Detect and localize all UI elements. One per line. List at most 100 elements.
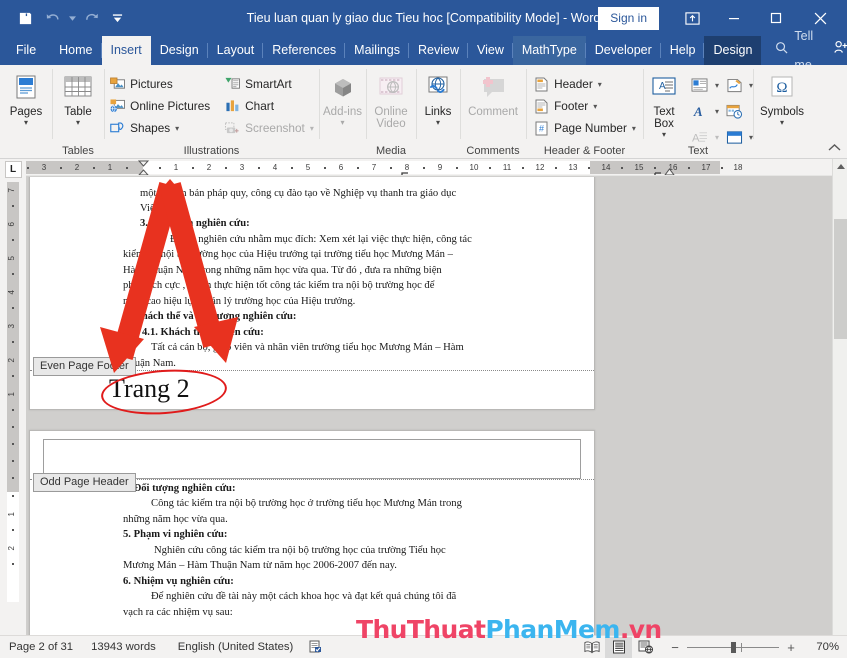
tab-home[interactable]: Home bbox=[50, 36, 102, 65]
site-watermark: ThuThuatPhanMem.vn bbox=[356, 615, 662, 644]
tab-file[interactable]: File bbox=[0, 36, 50, 65]
symbols-button[interactable]: Ω Symbols ▾ bbox=[756, 68, 808, 127]
ribbon-group-comments: Comment Comments bbox=[460, 65, 526, 159]
addins-button: Add-ins ▾ bbox=[323, 68, 363, 127]
group-label-text: Text bbox=[687, 145, 709, 157]
scroll-up-icon[interactable] bbox=[833, 159, 847, 174]
tab-stop-selector[interactable]: L bbox=[4, 161, 22, 178]
svg-text:A: A bbox=[659, 81, 666, 92]
page1-line-9: 4. Khách thể và đối tượng nghiên cứu: bbox=[123, 311, 297, 322]
chart-button[interactable]: Chart bbox=[220, 95, 318, 117]
page2-line-4: 5. Phạm vi nghiên cứu: bbox=[123, 529, 228, 540]
footer-caret-icon[interactable]: ▾ bbox=[593, 102, 597, 111]
title-bar: Tieu luan quan ly giao duc Tieu hoc [Com… bbox=[0, 0, 847, 36]
proofing-errors-icon[interactable] bbox=[293, 640, 323, 654]
page1-line-5: kiểm tra nội bộ trường học của Hiệu trưở… bbox=[123, 249, 453, 260]
tab-design-contextual[interactable]: Design bbox=[704, 36, 762, 65]
customize-qat-icon[interactable] bbox=[107, 5, 127, 31]
collapse-ribbon-icon[interactable] bbox=[828, 143, 841, 155]
links-caret-icon[interactable]: ▾ bbox=[436, 119, 440, 127]
document-canvas[interactable]: một số văn bản pháp quy, công cụ đào tạo… bbox=[26, 177, 847, 658]
shapes-label: Shapes bbox=[130, 121, 171, 135]
header-caret-icon[interactable]: ▾ bbox=[598, 80, 602, 89]
zoom-slider-thumb[interactable] bbox=[731, 641, 736, 653]
links-icon bbox=[425, 72, 451, 104]
tab-design[interactable]: Design bbox=[151, 36, 208, 65]
save-icon[interactable] bbox=[12, 5, 38, 31]
tab-stop-marker-center[interactable] bbox=[401, 167, 409, 175]
status-page-indicator[interactable]: Page 2 of 31 bbox=[0, 641, 73, 653]
zoom-percent[interactable]: 70% bbox=[809, 641, 839, 653]
vertical-ruler[interactable]: L 7 6 5 4 3 2 1 1 2 bbox=[0, 159, 26, 658]
footer-button[interactable]: Footer ▾ bbox=[529, 95, 640, 117]
links-button[interactable]: Links ▾ bbox=[419, 68, 457, 127]
close-icon[interactable] bbox=[797, 2, 843, 34]
minimize-icon[interactable] bbox=[713, 2, 755, 34]
redo-icon[interactable] bbox=[79, 5, 105, 31]
zoom-slider[interactable] bbox=[687, 641, 779, 654]
group-label-illustrations: Illustrations bbox=[183, 145, 240, 157]
undo-icon[interactable] bbox=[40, 5, 66, 31]
ribbon-group-pages: Pages ▾ bbox=[0, 65, 52, 159]
pages-button[interactable]: Pages ▾ bbox=[0, 68, 53, 127]
share-button[interactable]: Share bbox=[823, 36, 847, 65]
search-icon bbox=[775, 36, 788, 65]
tell-me-box[interactable]: Tell me bbox=[761, 29, 823, 72]
tab-references[interactable]: References bbox=[263, 36, 346, 65]
pictures-icon bbox=[109, 76, 125, 92]
wordart-icon[interactable]: A bbox=[685, 98, 715, 124]
zoom-in-button[interactable]: + bbox=[785, 640, 797, 655]
tab-insert[interactable]: Insert bbox=[101, 36, 151, 65]
first-line-indent-marker[interactable] bbox=[137, 160, 150, 175]
comment-icon bbox=[478, 72, 508, 104]
page-number-button[interactable]: # Page Number ▾ bbox=[529, 117, 640, 139]
ribbon-display-options-icon[interactable] bbox=[671, 2, 713, 34]
signature-line-icon[interactable] bbox=[719, 72, 749, 98]
tab-stop-marker-right[interactable] bbox=[654, 167, 662, 175]
tab-view[interactable]: View bbox=[468, 36, 513, 65]
omega-icon: Ω bbox=[768, 72, 796, 104]
odd-page-header-label: Odd Page Header bbox=[33, 473, 136, 492]
comment-label: Comment bbox=[468, 106, 518, 118]
tab-mathtype[interactable]: MathType bbox=[512, 36, 586, 65]
status-language[interactable]: English (United States) bbox=[156, 641, 294, 653]
page1-line-10: 4.1. Khách thể nghiên cứu: bbox=[142, 327, 264, 338]
tab-mailings[interactable]: Mailings bbox=[345, 36, 409, 65]
table-caret-icon[interactable]: ▾ bbox=[76, 119, 80, 127]
text-box-button[interactable]: A Text Box ▾ bbox=[643, 68, 685, 139]
page-number-caret-icon[interactable]: ▾ bbox=[632, 124, 636, 133]
vertical-scrollbar[interactable] bbox=[832, 159, 847, 658]
right-indent-marker[interactable] bbox=[664, 163, 675, 175]
tab-review[interactable]: Review bbox=[409, 36, 469, 65]
undo-dropdown-caret-icon[interactable] bbox=[68, 5, 77, 31]
zoom-slider-midpoint bbox=[741, 642, 742, 652]
header-button[interactable]: Header ▾ bbox=[529, 73, 640, 95]
sign-in-button[interactable]: Sign in bbox=[598, 6, 659, 30]
pages-caret-icon[interactable]: ▾ bbox=[24, 119, 28, 127]
horizontal-ruler[interactable]: 3 2 1 1 2 3 4 5 6 7 8 9 10 11 12 13 14 1… bbox=[26, 159, 847, 176]
page1-line-6: Hàm Thuận Nam trong những năm học vừa qu… bbox=[123, 265, 442, 276]
smartart-button[interactable]: SmartArt bbox=[220, 73, 318, 95]
online-pictures-label: Online Pictures bbox=[130, 99, 211, 113]
shapes-button[interactable]: Shapes ▾ bbox=[105, 117, 214, 139]
quick-parts-icon[interactable] bbox=[685, 72, 715, 98]
text-box-caret-icon[interactable]: ▾ bbox=[662, 131, 666, 139]
tab-developer[interactable]: Developer bbox=[586, 36, 661, 65]
table-button[interactable]: Table ▾ bbox=[51, 68, 105, 127]
zoom-out-button[interactable]: − bbox=[669, 640, 681, 655]
date-time-icon[interactable] bbox=[719, 98, 749, 124]
status-word-count[interactable]: 13943 words bbox=[73, 641, 156, 653]
symbols-caret-icon[interactable]: ▾ bbox=[780, 119, 784, 127]
pictures-button[interactable]: Pictures bbox=[105, 73, 214, 95]
online-video-button: Online Video bbox=[369, 68, 413, 130]
group-label-media: Media bbox=[376, 145, 406, 157]
tab-layout[interactable]: Layout bbox=[208, 36, 264, 65]
shapes-caret-icon[interactable]: ▾ bbox=[175, 124, 179, 133]
tab-help[interactable]: Help bbox=[661, 36, 705, 65]
online-pictures-icon bbox=[109, 98, 125, 114]
scrollbar-thumb[interactable] bbox=[834, 219, 847, 339]
maximize-icon[interactable] bbox=[755, 2, 797, 34]
ribbon-group-text: A Text Box ▾ ▾ ▾ A ▾ A ▾ ▾ Text bbox=[643, 65, 753, 159]
online-pictures-button[interactable]: Online Pictures bbox=[105, 95, 214, 117]
pages-label: Pages bbox=[9, 106, 43, 118]
